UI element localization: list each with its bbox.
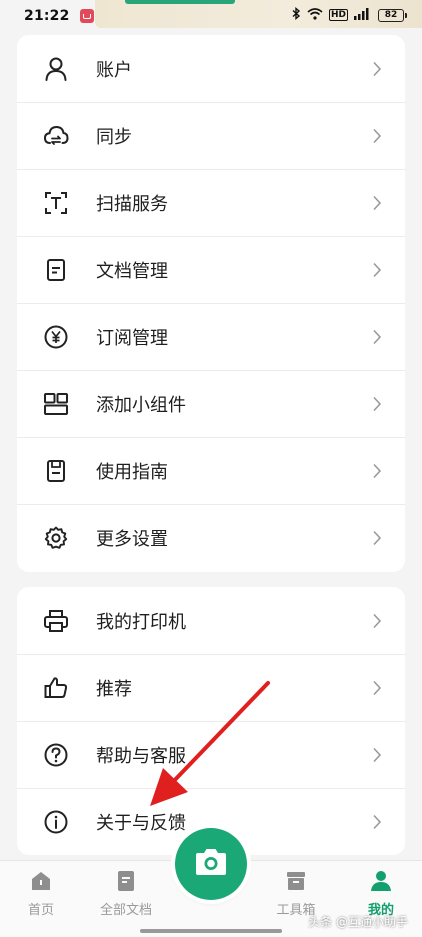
signal-icon	[354, 7, 372, 23]
menu-item-label: 文档管理	[96, 261, 168, 282]
chevron-right-icon	[371, 612, 383, 630]
watermark: 头条 @互通小助手	[308, 915, 408, 929]
menu-item-more-settings[interactable]: 更多设置	[17, 504, 405, 571]
menu-item-label: 扫描服务	[96, 194, 168, 215]
menu-item-label: 添加小组件	[96, 395, 186, 416]
menu-item-label: 账户	[96, 59, 132, 81]
chevron-right-icon	[371, 746, 383, 764]
menu-item-my-printer[interactable]: 我的打印机	[17, 587, 405, 654]
bluetooth-icon	[291, 7, 301, 23]
home-icon	[29, 869, 53, 893]
settings-card-support: 我的打印机 推荐 帮助与客服 关于与反馈	[17, 587, 405, 855]
menu-item-document-management[interactable]: 文档管理	[17, 236, 405, 303]
guide-icon	[43, 458, 69, 484]
chevron-right-icon	[371, 529, 383, 547]
wifi-icon	[307, 7, 323, 23]
nav-mine[interactable]: 我的	[341, 869, 421, 918]
banner-strip	[125, 0, 235, 4]
status-time: 21:22	[24, 8, 70, 24]
chevron-right-icon	[371, 261, 383, 279]
help-icon	[43, 742, 69, 768]
chevron-right-icon	[371, 194, 383, 212]
thumbs-up-icon	[43, 675, 69, 701]
hd-badge: HD	[328, 9, 348, 21]
menu-item-add-widget[interactable]: 添加小组件	[17, 370, 405, 437]
gear-icon	[43, 525, 69, 551]
nav-home[interactable]: 首页	[1, 869, 81, 918]
home-indicator	[140, 929, 282, 933]
menu-item-subscription[interactable]: 订阅管理	[17, 303, 405, 370]
camera-scan-button[interactable]	[175, 828, 247, 900]
menu-item-scan-service[interactable]: 扫描服务	[17, 169, 405, 236]
cloud-sync-icon	[43, 123, 69, 149]
menu-item-user-guide[interactable]: 使用指南	[17, 437, 405, 504]
chevron-right-icon	[371, 395, 383, 413]
nav-home-label: 首页	[27, 903, 54, 918]
battery-indicator: 82	[378, 8, 407, 22]
chevron-right-icon	[371, 60, 383, 78]
menu-item-label: 同步	[96, 127, 132, 148]
status-indicators: HD 82	[291, 7, 407, 23]
documents-icon	[114, 869, 138, 893]
menu-item-recommend[interactable]: 推荐	[17, 654, 405, 721]
widgets-icon	[43, 391, 69, 417]
menu-item-label: 推荐	[96, 679, 132, 700]
printer-icon	[43, 608, 69, 634]
nav-toolbox[interactable]: 工具箱	[256, 869, 336, 918]
user-icon	[43, 56, 69, 82]
nav-all-documents[interactable]: 全部文档	[86, 869, 166, 918]
status-bar: 21:22 HD 82	[0, 0, 422, 32]
menu-item-help-support[interactable]: 帮助与客服	[17, 721, 405, 788]
camera-icon	[193, 847, 229, 881]
settings-card-main: 账户 同步 扫描服务 文档管理 订阅管理 添加小组件 使用指南 更多设置	[17, 35, 405, 572]
menu-item-label: 使用指南	[96, 462, 168, 483]
person-icon	[369, 869, 393, 893]
notification-app-icon	[79, 9, 94, 23]
menu-item-label: 更多设置	[96, 529, 168, 550]
yen-icon	[43, 324, 69, 350]
chevron-right-icon	[371, 328, 383, 346]
menu-item-label: 订阅管理	[96, 328, 168, 349]
nav-all-documents-label: 全部文档	[99, 903, 152, 918]
chevron-right-icon	[371, 462, 383, 480]
document-icon	[43, 257, 69, 283]
menu-item-label: 关于与反馈	[96, 813, 186, 834]
toolbox-icon	[284, 869, 308, 893]
menu-item-sync[interactable]: 同步	[17, 102, 405, 169]
scan-text-icon	[43, 190, 69, 216]
chevron-right-icon	[371, 127, 383, 145]
menu-item-label: 我的打印机	[96, 611, 186, 633]
info-icon	[43, 809, 69, 835]
chevron-right-icon	[371, 813, 383, 831]
chevron-right-icon	[371, 679, 383, 697]
menu-item-label: 帮助与客服	[96, 746, 186, 767]
menu-item-account[interactable]: 账户	[17, 35, 405, 102]
